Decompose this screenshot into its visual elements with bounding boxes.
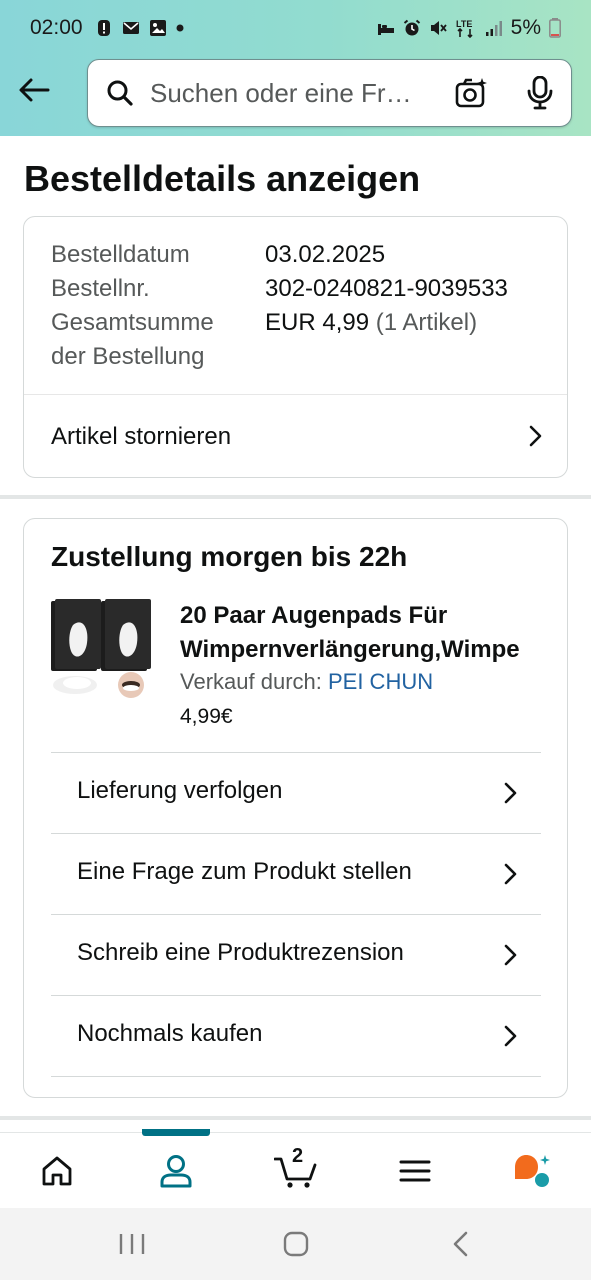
sold-by-label: Verkauf durch: [180, 669, 328, 694]
status-bar: 02:00 LTE 5% [0, 0, 591, 56]
seller-link[interactable]: PEI CHUN [328, 669, 433, 694]
ask-question-link[interactable]: Eine Frage zum Produkt stellen [24, 834, 567, 914]
chevron-right-icon [504, 944, 517, 966]
signal-icon [485, 21, 502, 36]
svg-text:LTE: LTE [456, 19, 472, 29]
section-separator [0, 495, 591, 499]
chevron-right-icon [529, 425, 542, 447]
order-date-value: 03.02.2025 [265, 241, 386, 268]
bottom-navigation: 2 [0, 1129, 591, 1208]
track-delivery-label: Lieferung verfolgen [77, 777, 283, 804]
chevron-right-icon [504, 1025, 517, 1047]
write-review-label: Schreib eine Produktrezension [77, 939, 404, 966]
buy-again-label: Nochmals kaufen [77, 1020, 263, 1047]
microphone-icon[interactable] [527, 76, 553, 110]
gallery-icon [149, 20, 166, 36]
product-title-line1: 20 Paar Augenpads Für [180, 602, 448, 629]
search-icon [107, 80, 133, 106]
battery-percent: 5% [510, 16, 541, 39]
order-total-label-line2: der Bestellung [51, 343, 205, 370]
person-icon [160, 1155, 192, 1188]
dot-icon [176, 24, 184, 32]
ask-question-label: Eine Frage zum Produkt stellen [77, 858, 412, 885]
home-button-icon[interactable] [281, 1230, 311, 1258]
cancel-items-label: Artikel stornieren [51, 422, 232, 450]
order-total-label: Gesamtsumme der Bestellung [51, 306, 214, 374]
sleep-icon [377, 24, 394, 35]
active-tab-indicator [142, 1129, 210, 1136]
seller-info: Verkauf durch: PEI CHUN [180, 669, 433, 695]
list-divider [51, 1076, 541, 1077]
product-price: 4,99€ [180, 705, 233, 728]
app-header: 02:00 LTE 5% Suchen oder eine Fr… [0, 0, 591, 136]
back-nav-icon[interactable] [447, 1230, 477, 1258]
order-number-label: Bestellnr. [51, 275, 150, 302]
product-title[interactable]: 20 Paar Augenpads Für Wimpernverlängerun… [180, 599, 550, 667]
arrow-left-icon [19, 78, 50, 102]
system-navigation-bar [0, 1208, 591, 1280]
home-icon [42, 1156, 72, 1186]
delivery-card: Zustellung morgen bis 22h 20 Paar Augenp… [23, 518, 568, 1098]
buy-again-link[interactable]: Nochmals kaufen [24, 996, 567, 1076]
camera-search-icon[interactable] [455, 77, 489, 109]
mail-icon [122, 22, 139, 34]
delivery-heading: Zustellung morgen bis 22h [51, 541, 408, 572]
order-number-value: 302-0240821-9039533 [265, 275, 508, 302]
cart-count-badge: 2 [292, 1145, 304, 1167]
alert-icon [97, 20, 110, 36]
nav-home[interactable] [37, 1151, 77, 1191]
recent-apps-icon[interactable] [117, 1230, 147, 1258]
product-image[interactable] [51, 599, 151, 703]
order-total-items: (1 Artikel) [375, 309, 478, 336]
chevron-right-icon [504, 863, 517, 885]
battery-icon [549, 18, 561, 38]
alarm-icon [403, 19, 420, 36]
search-bar[interactable]: Suchen oder eine Fr… [87, 59, 572, 127]
page-title: Bestelldetails anzeigen [24, 158, 421, 199]
chevron-right-icon [504, 782, 517, 804]
back-button[interactable] [14, 70, 54, 110]
nav-rufus-assistant[interactable] [512, 1151, 552, 1191]
cancel-items-link[interactable]: Artikel stornieren [24, 395, 567, 478]
order-total-label-line1: Gesamtsumme [51, 309, 214, 336]
order-total-amount: EUR 4,99 [265, 309, 370, 336]
search-input[interactable]: Suchen oder eine Fr… [150, 78, 430, 109]
order-total-value: EUR 4,99 (1 Artikel) [265, 306, 477, 340]
order-date-label: Bestelldatum [51, 241, 190, 268]
nav-cart[interactable]: 2 [274, 1145, 318, 1191]
product-title-line2: Wimpernverlängerung,Wimpe [180, 636, 520, 663]
order-summary-card: Bestelldatum 03.02.2025 Bestellnr. 302-0… [23, 216, 568, 478]
section-separator [0, 1116, 591, 1120]
track-delivery-link[interactable]: Lieferung verfolgen [24, 753, 567, 833]
nav-menu[interactable] [395, 1151, 435, 1191]
hamburger-menu-icon [399, 1160, 431, 1182]
status-time: 02:00 [30, 16, 83, 39]
mute-icon [430, 21, 447, 35]
write-review-link[interactable]: Schreib eine Produktrezension [24, 915, 567, 995]
nav-account[interactable] [156, 1151, 196, 1191]
lte-icon: LTE [456, 19, 473, 38]
ai-assistant-icon [515, 1155, 550, 1187]
